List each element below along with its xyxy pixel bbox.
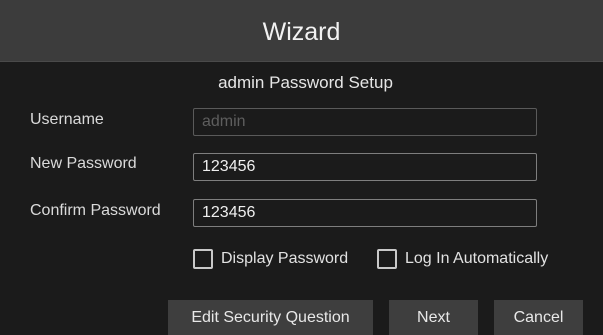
username-label: Username bbox=[30, 111, 104, 128]
log-in-automatically-label: Log In Automatically bbox=[405, 250, 549, 267]
section-title: admin Password Setup bbox=[218, 73, 393, 92]
edit-security-question-button[interactable]: Edit Security Question bbox=[168, 300, 373, 335]
wizard-dialog: Wizard admin Password Setup Username New… bbox=[0, 0, 603, 335]
log-in-automatically-checkbox[interactable] bbox=[377, 249, 397, 269]
display-password-checkbox[interactable] bbox=[193, 249, 213, 269]
new-password-label: New Password bbox=[30, 155, 137, 172]
display-password-option[interactable]: Display Password bbox=[193, 247, 348, 271]
display-password-label: Display Password bbox=[221, 250, 349, 267]
cancel-button[interactable]: Cancel bbox=[494, 300, 583, 335]
new-password-field[interactable] bbox=[193, 153, 537, 181]
log-in-automatically-option[interactable]: Log In Automatically bbox=[377, 247, 548, 271]
confirm-password-field[interactable] bbox=[193, 199, 537, 227]
username-field[interactable] bbox=[193, 108, 537, 136]
dialog-title: Wizard bbox=[262, 18, 341, 46]
title-bar: Wizard bbox=[0, 0, 603, 62]
confirm-password-label: Confirm Password bbox=[30, 202, 161, 219]
next-button[interactable]: Next bbox=[389, 300, 478, 335]
